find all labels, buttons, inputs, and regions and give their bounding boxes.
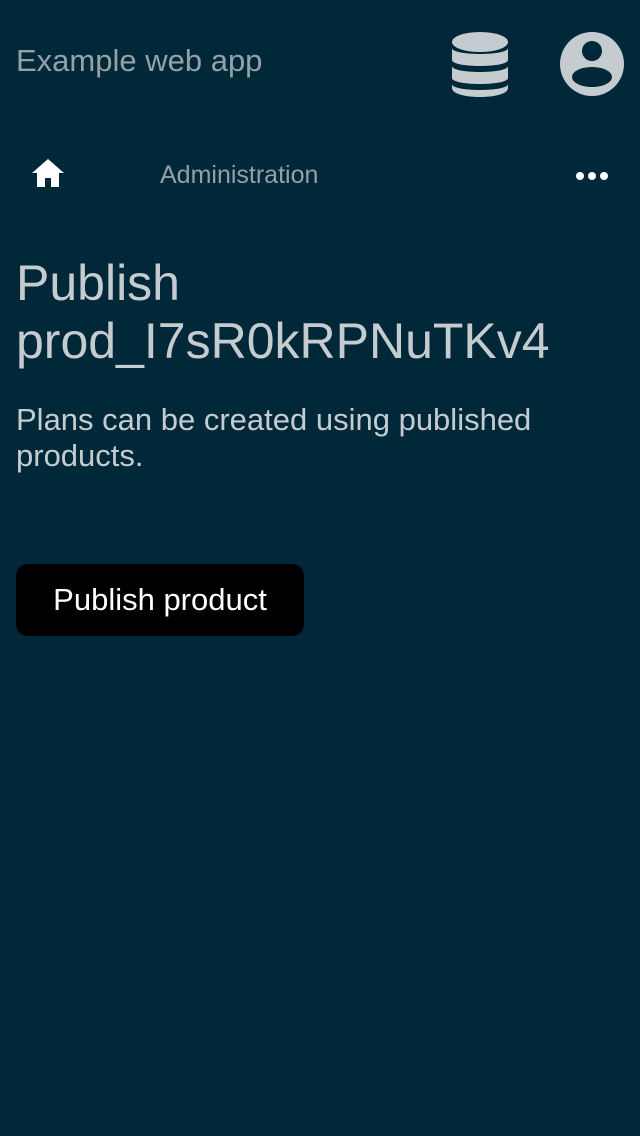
account-button[interactable] [558, 30, 626, 98]
publish-product-button[interactable]: Publish product [16, 564, 304, 636]
page-title: Publish prod_I7sR0kRPNuTKv4 [16, 254, 626, 370]
more-horizontal-icon [576, 172, 608, 180]
page-description: Plans can be created using published pro… [16, 402, 532, 473]
home-button[interactable] [28, 154, 68, 194]
nav-administration[interactable]: Administration [160, 160, 318, 190]
more-button[interactable] [570, 160, 614, 192]
app-title: Example web app [16, 43, 263, 78]
home-icon [32, 159, 64, 187]
page-title-line1: Publish [16, 255, 180, 311]
database-button[interactable] [448, 30, 512, 98]
account-circle-icon [560, 32, 624, 96]
database-icon [452, 32, 508, 97]
page-title-product-id: prod_I7sR0kRPNuTKv4 [16, 313, 550, 369]
